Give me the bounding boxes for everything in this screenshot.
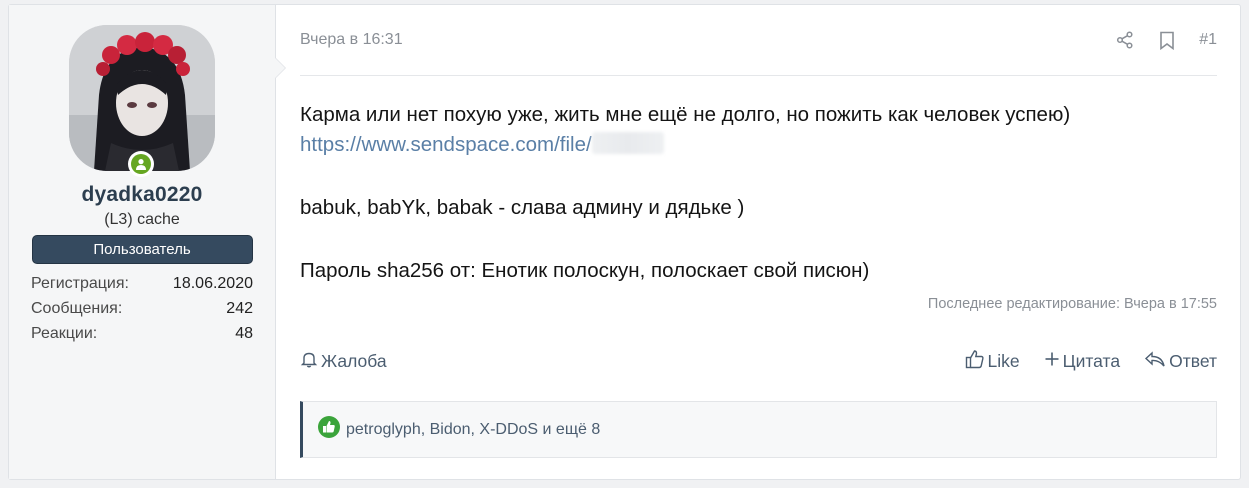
post-number[interactable]: #1: [1199, 31, 1217, 49]
stat-value: 48: [235, 325, 253, 342]
message-actions: Жалоба Like Цитата Ответ: [300, 347, 1217, 375]
quote-button[interactable]: Цитата: [1044, 351, 1120, 372]
online-user-icon: [131, 154, 151, 174]
sendspace-link[interactable]: https://www.sendspace.com/file/: [300, 133, 592, 156]
stat-reactions: Реакции: 48: [31, 321, 253, 346]
stat-label: Реакции:: [31, 325, 98, 342]
message-header: Вчера в 16:31 #1: [300, 5, 1217, 76]
message-post: dyadka0220 (L3) cache Пользователь Регис…: [8, 4, 1241, 480]
message-main: Вчера в 16:31 #1 Карма или нет похую уже…: [276, 5, 1240, 479]
quote-label: Цитата: [1062, 350, 1121, 371]
user-banner: Пользователь: [31, 235, 253, 264]
last-edited: Последнее редактирование: Вчера в 17:55: [927, 296, 1217, 312]
avatar-wrapper: [69, 25, 215, 177]
stat-registration: Регистрация: 18.06.2020: [31, 271, 253, 296]
reply-button[interactable]: Ответ: [1144, 350, 1217, 373]
user-stats: Регистрация: 18.06.2020 Сообщения: 242 Р…: [31, 271, 253, 346]
username[interactable]: dyadka0220: [9, 183, 275, 207]
header-actions: #1: [1115, 30, 1217, 50]
online-indicator: [128, 151, 154, 177]
stat-value: 18.06.2020: [172, 275, 253, 292]
stat-value[interactable]: 242: [226, 296, 253, 321]
message-body: Карма или нет похую уже, жить мне ещё не…: [300, 100, 1217, 286]
stat-label: Регистрация:: [31, 275, 129, 292]
report-button[interactable]: Жалоба: [300, 350, 387, 373]
like-label: Like: [987, 350, 1020, 371]
user-title: (L3) cache: [104, 211, 180, 228]
reactions-bar[interactable]: petroglyph, Bidon, X-DDoS и ещё 8: [300, 401, 1217, 458]
bookmark-icon[interactable]: [1157, 30, 1177, 50]
stat-messages: Сообщения: 242: [31, 296, 253, 321]
redacted-block: [591, 132, 664, 154]
avatar[interactable]: [69, 25, 215, 171]
actions-right: Like Цитата Ответ: [965, 349, 1217, 374]
bell-icon: [300, 350, 318, 373]
share-icon[interactable]: [1115, 30, 1135, 50]
like-reaction-icon: [318, 416, 340, 443]
reactions-text[interactable]: petroglyph, Bidon, X-DDoS и ещё 8: [346, 421, 600, 439]
reply-icon: [1144, 350, 1166, 373]
like-button[interactable]: Like: [965, 349, 1020, 374]
plus-icon: [1044, 351, 1060, 372]
body-line-1: Карма или нет похую уже, жить мне ещё не…: [300, 103, 1071, 126]
body-line-3: babuk, babYk, babak - слава админу и дяд…: [300, 196, 745, 219]
reply-label: Ответ: [1169, 350, 1217, 371]
user-info-panel: dyadka0220 (L3) cache Пользователь Регис…: [9, 5, 286, 479]
report-label: Жалоба: [321, 350, 387, 371]
stat-label: Сообщения:: [31, 300, 123, 317]
body-line-4: Пароль sha256 от: Енотик полоскун, полос…: [300, 259, 870, 282]
post-date[interactable]: Вчера в 16:31: [300, 31, 403, 49]
thumbs-up-icon: [965, 349, 985, 374]
